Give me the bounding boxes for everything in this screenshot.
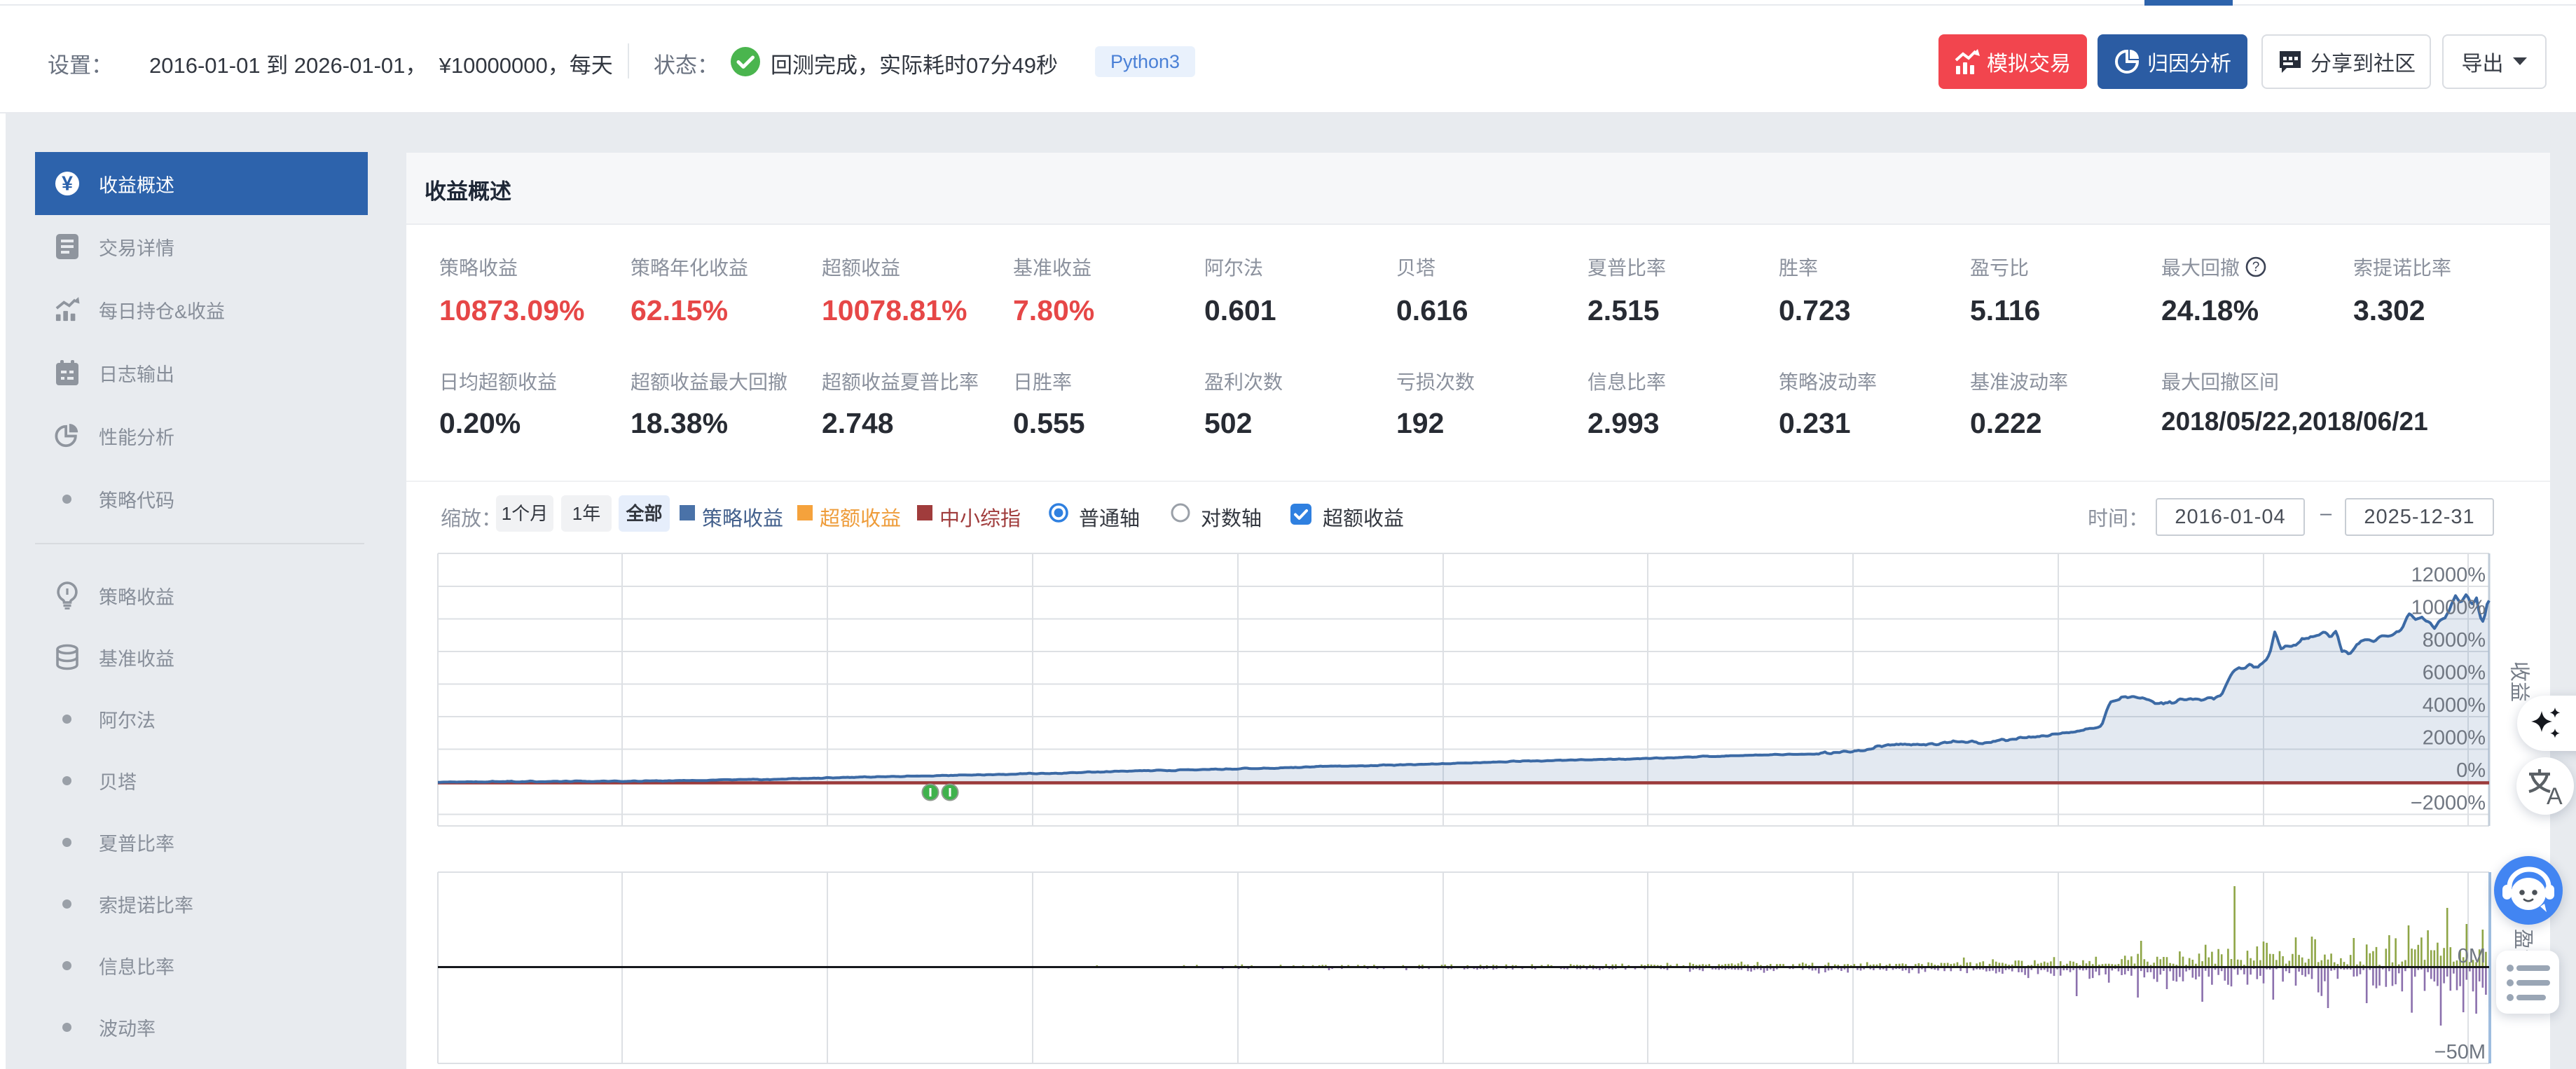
svg-text:¥: ¥ bbox=[62, 172, 73, 195]
svg-text:A: A bbox=[2547, 783, 2563, 806]
svg-text:2000%: 2000% bbox=[2423, 727, 2486, 750]
svg-text:?: ? bbox=[2252, 260, 2259, 275]
svg-text:收益: 收益 bbox=[2507, 661, 2530, 702]
svg-text:0%: 0% bbox=[2456, 759, 2486, 782]
svg-text:8000%: 8000% bbox=[2423, 629, 2486, 651]
svg-text:6000%: 6000% bbox=[2423, 662, 2486, 684]
svg-text:−2000%: −2000% bbox=[2411, 792, 2486, 815]
svg-text:−50M: −50M bbox=[2434, 1041, 2486, 1063]
svg-text:12000%: 12000% bbox=[2411, 564, 2486, 586]
svg-text:4000%: 4000% bbox=[2423, 694, 2486, 717]
svg-text:0M: 0M bbox=[2458, 945, 2486, 967]
svg-text:10000%: 10000% bbox=[2411, 597, 2486, 619]
